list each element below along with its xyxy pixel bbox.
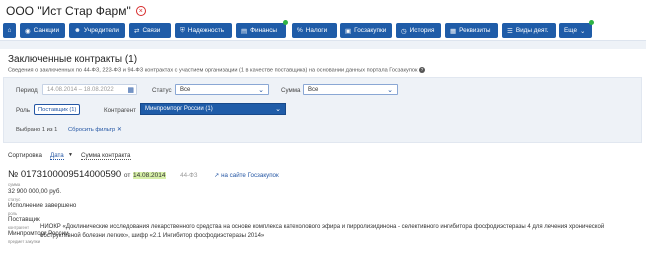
sort-by-date[interactable]: Дата (50, 152, 64, 160)
globe-icon: ◉ (25, 27, 31, 35)
kontragent-label: Контрагент (104, 107, 136, 114)
nav-label: История (409, 27, 435, 34)
chevron-down-icon: ⌄ (387, 87, 393, 94)
sum-select[interactable]: Все ⌄ (303, 84, 398, 95)
period-placeholder: 14.08.2014 – 18.08.2022 (47, 86, 114, 93)
sum-label: Сумма (281, 87, 301, 94)
nav-requisites-button[interactable]: ▦ Реквизиты (445, 23, 498, 38)
status-label: Статус (152, 87, 172, 94)
section-title: Заключенные контракты (1) (8, 54, 138, 65)
sort-label: Сортировка (8, 152, 42, 159)
nav-label: Налоги (305, 27, 328, 34)
sort-by-date-label: Дата (50, 152, 64, 159)
sort-bar: Сортировка Дата ▼ Сумма контракта (8, 152, 208, 162)
calendar-icon[interactable]: ▦ (127, 86, 134, 94)
selected-count: Выбрано 1 из 1 (16, 127, 58, 133)
home-icon: ⌂ (7, 27, 12, 34)
status-value: Все (180, 86, 191, 93)
contract-from: от (123, 172, 131, 179)
nav-finance-button[interactable]: ▤ Финансы (236, 20, 288, 38)
nav-home-button[interactable]: ⌂ (3, 23, 16, 38)
nav-label: Госзакупки (354, 27, 387, 34)
contract-law: 44-ФЗ (180, 172, 198, 179)
company-name: ООО "Ист Стар Фарм" (6, 4, 131, 18)
shield-icon: ⛨ (180, 26, 185, 34)
chevron-down-icon: ⌄ (580, 27, 586, 35)
nav-more-button[interactable]: Еще ⌄ (559, 20, 594, 38)
nav-history-button[interactable]: ◷ История (396, 23, 441, 38)
section-subtitle-text: Сведения о заключенных по 44-ФЗ, 223-ФЗ … (8, 67, 418, 74)
nav-label: Еще (564, 27, 578, 34)
status-meta-value: Исполнение завершено (8, 202, 77, 209)
kontragent-select[interactable]: Минпромторг России (1) ⌄ (140, 103, 286, 115)
close-icon: ✕ (116, 127, 122, 133)
role-chip[interactable]: Поставщик (1) (34, 104, 81, 115)
sum-value: Все (308, 86, 319, 93)
nav-founders-button[interactable]: ☻ Учредители (69, 23, 125, 38)
status-select[interactable]: Все ⌄ (175, 84, 269, 95)
nav-sanctions-button[interactable]: ◉ Санкции (20, 23, 65, 38)
filter-panel: Период 14.08.2014 – 18.08.2022 ▦ Статус … (3, 77, 642, 143)
reset-filter-label: Сбросить фильтр (68, 127, 116, 133)
sum-meta-label: сумма (8, 182, 21, 187)
close-icon[interactable]: × (135, 6, 146, 16)
contract-number[interactable]: № 0173100009514000590 (8, 169, 121, 180)
portal-link-label: на сайте Госзакупок (221, 172, 279, 179)
nav-label: Реквизиты (459, 27, 491, 34)
nav-tenders-button[interactable]: ▣ Госзакупки (340, 23, 392, 38)
people-icon: ☻ (74, 27, 81, 34)
contract-number-line: № 0173100009514000590 от 14.08.2014 44-Ф… (8, 169, 279, 180)
company-header: ООО "Ист Стар Фарм" × (6, 3, 146, 19)
nav-label: Связи (142, 27, 161, 34)
link-icon: ⇄ (134, 27, 140, 35)
nav-taxes-button[interactable]: % Налоги (292, 23, 337, 38)
subject-meta-label: предмет закупки (8, 239, 41, 244)
finance-icon: ▤ (241, 27, 248, 35)
kontragent-value: Минпромторг России (1) (145, 106, 213, 112)
chevron-down-icon: ⌄ (258, 87, 264, 94)
nav-label: Надежность (187, 27, 225, 34)
update-indicator (589, 20, 594, 25)
list-icon: ☰ (507, 27, 513, 35)
contract-date: 14.08.2014 (132, 172, 166, 179)
nav-activities-button[interactable]: ☰ Виды деят. (502, 23, 556, 38)
period-input[interactable]: 14.08.2014 – 18.08.2022 ▦ (42, 84, 137, 95)
external-link-icon: ↗ (214, 172, 220, 179)
nav-links-button[interactable]: ⇄ Связи (129, 23, 171, 38)
role-label: Роль (16, 107, 30, 114)
portal-link[interactable]: ↗ на сайте Госзакупок (214, 172, 279, 179)
section-subtitle: Сведения о заключенных по 44-ФЗ, 223-ФЗ … (8, 67, 425, 73)
nav-label: Финансы (250, 27, 277, 34)
nav-label: Учредители (83, 27, 119, 34)
section-nav: ⌂ ◉ Санкции ☻ Учредители ⇄ Связи ⛨ Надеж… (3, 20, 643, 38)
nav-reliability-button[interactable]: ⛨ Надежность (175, 23, 232, 38)
subject-meta-value: НИОКР «Доклинические исследования лекарс… (40, 224, 605, 239)
caret-down-icon: ▼ (68, 152, 73, 158)
tender-icon: ▣ (345, 27, 352, 35)
sort-by-sum[interactable]: Сумма контракта (81, 152, 131, 160)
nav-label: Виды деят. (515, 27, 549, 34)
chevron-down-icon: ⌄ (275, 106, 281, 113)
nav-divider-band (0, 40, 646, 49)
reset-filter-link[interactable]: Сбросить фильтр ✕ (68, 127, 122, 133)
period-label: Период (16, 87, 38, 94)
history-icon: ◷ (401, 27, 407, 35)
percent-icon: % (297, 27, 303, 34)
info-icon[interactable]: ? (418, 67, 425, 73)
role-meta-value: Поставщик (8, 216, 40, 223)
update-indicator (283, 20, 288, 25)
nav-label: Санкции (33, 27, 60, 34)
requisites-icon: ▦ (450, 27, 457, 35)
sum-meta-value: 32 900 000,00 руб. (8, 188, 62, 195)
